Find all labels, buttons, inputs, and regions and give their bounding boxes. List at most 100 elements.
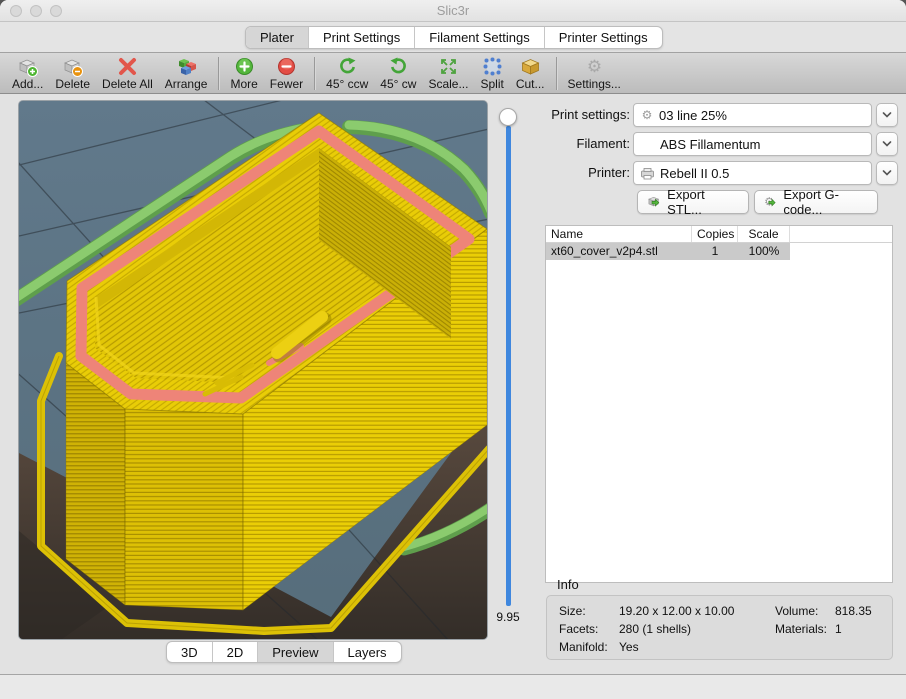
info-panel: Size: 19.20 x 12.00 x 10.00 Volume: 818.… (546, 595, 893, 660)
toolbar: Add... Delete Delete All (0, 52, 906, 94)
rotate-ccw-button[interactable]: 45° ccw (326, 55, 368, 91)
view-mode-tabs: 3D 2D Preview Layers (166, 641, 402, 663)
column-header-scale[interactable]: Scale (738, 226, 790, 242)
tab-print-settings[interactable]: Print Settings (309, 27, 415, 48)
fewer-label: Fewer (270, 77, 303, 91)
arrange-cubes-icon (175, 55, 198, 78)
scale-button[interactable]: Scale... (428, 55, 468, 91)
status-bar (0, 674, 906, 699)
cell-name: xt60_cover_v2p4.stl (546, 243, 692, 260)
view-tab-preview[interactable]: Preview (258, 642, 333, 662)
fewer-minus-icon (275, 55, 298, 78)
layer-slider-value: 9.95 (488, 610, 528, 624)
materials-value: 1 (835, 622, 842, 636)
tab-plater[interactable]: Plater (246, 27, 309, 48)
size-value: 19.20 x 12.00 x 10.00 (619, 604, 734, 618)
more-button[interactable]: More (230, 55, 257, 91)
column-header-name[interactable]: Name (546, 226, 692, 242)
split-label: Split (480, 77, 503, 91)
printer-select[interactable]: Rebell II 0.5 (633, 161, 872, 185)
tab-row: Plater Print Settings Filament Settings … (0, 22, 906, 52)
chevron-down-icon (881, 139, 893, 149)
arrange-button[interactable]: Arrange (165, 55, 208, 91)
settings-label: Settings... (568, 77, 621, 91)
add-button[interactable]: Add... (12, 55, 43, 91)
facets-value: 280 (1 shells) (619, 622, 691, 636)
toolbar-separator (314, 57, 315, 90)
object-list-header: Name Copies Scale (546, 226, 892, 243)
view-tab-3d[interactable]: 3D (167, 642, 213, 662)
viewport-3d[interactable] (18, 100, 488, 640)
cut-box-icon (519, 55, 542, 78)
rotate-cw-label: 45° cw (380, 77, 416, 91)
cell-copies: 1 (692, 243, 738, 260)
delete-button[interactable]: Delete (55, 55, 90, 91)
export-gcode-button[interactable]: ⚙ Export G-code... (754, 190, 878, 214)
delete-box-icon (61, 55, 84, 78)
printer-value: Rebell II 0.5 (660, 166, 729, 181)
app-window: Slic3r Plater Print Settings Filament Se… (0, 0, 906, 699)
cut-button[interactable]: Cut... (516, 55, 545, 91)
tab-filament-settings[interactable]: Filament Settings (415, 27, 544, 48)
window-title: Slic3r (0, 3, 906, 18)
view-tab-2d[interactable]: 2D (213, 642, 259, 662)
cut-label: Cut... (516, 77, 545, 91)
svg-text:⚙: ⚙ (642, 108, 653, 122)
settings-button[interactable]: ⚙ Settings... (568, 55, 621, 91)
materials-label: Materials: (775, 622, 827, 636)
export-stl-icon (647, 194, 662, 210)
title-bar: Slic3r (0, 0, 906, 22)
svg-text:⚙: ⚙ (587, 57, 602, 76)
print-settings-label: Print settings: (538, 107, 630, 122)
size-label: Size: (559, 604, 586, 618)
delete-all-button[interactable]: Delete All (102, 55, 153, 91)
gear-icon: ⚙ (583, 55, 606, 78)
main-tabs: Plater Print Settings Filament Settings … (245, 26, 663, 49)
facets-label: Facets: (559, 622, 598, 636)
scale-label: Scale... (428, 77, 468, 91)
print-settings-select[interactable]: ⚙ 03 line 25% (633, 103, 872, 127)
rotate-cw-icon (387, 55, 410, 78)
delete-all-icon (116, 55, 139, 78)
delete-label: Delete (55, 77, 90, 91)
main-area: 9.95 3D 2D Preview Layers Print settings… (0, 94, 906, 674)
arrange-label: Arrange (165, 77, 208, 91)
print-settings-dropdown-button[interactable] (876, 103, 898, 127)
more-label: More (230, 77, 257, 91)
export-gcode-label: Export G-code... (783, 187, 868, 217)
export-stl-button[interactable]: Export STL... (637, 190, 749, 214)
split-button[interactable]: Split (480, 55, 503, 91)
volume-value: 818.35 (835, 604, 872, 618)
rotate-ccw-icon (336, 55, 359, 78)
split-dots-icon (481, 55, 504, 78)
chevron-down-icon (881, 110, 893, 120)
filament-label: Filament: (538, 136, 630, 151)
manifold-value: Yes (619, 640, 639, 654)
toolbar-separator (218, 57, 219, 90)
printer-icon (640, 167, 655, 180)
cell-scale: 100% (738, 243, 790, 260)
fewer-button[interactable]: Fewer (270, 55, 303, 91)
delete-all-label: Delete All (102, 77, 153, 91)
volume-label: Volume: (775, 604, 818, 618)
view-tab-layers[interactable]: Layers (334, 642, 401, 662)
filament-select[interactable]: ABS Fillamentum (633, 132, 872, 156)
viewport-3d-scene (19, 101, 488, 640)
printer-dropdown-button[interactable] (876, 161, 898, 185)
export-stl-label: Export STL... (667, 187, 739, 217)
print-settings-value: 03 line 25% (659, 108, 727, 123)
rotate-cw-button[interactable]: 45° cw (380, 55, 416, 91)
info-section-title: Info (557, 577, 579, 592)
filament-dropdown-button[interactable] (876, 132, 898, 156)
add-label: Add... (12, 77, 43, 91)
table-row[interactable]: xt60_cover_v2p4.stl 1 100% (546, 243, 790, 260)
layer-slider-thumb[interactable] (499, 108, 517, 126)
layer-slider[interactable] (506, 126, 511, 606)
tab-printer-settings[interactable]: Printer Settings (545, 27, 662, 48)
column-header-copies[interactable]: Copies (692, 226, 738, 242)
rotate-ccw-label: 45° ccw (326, 77, 368, 91)
chevron-down-icon (881, 168, 893, 178)
filament-value: ABS Fillamentum (660, 137, 760, 152)
object-list[interactable]: Name Copies Scale xt60_cover_v2p4.stl 1 … (545, 225, 893, 583)
add-box-icon (16, 55, 39, 78)
